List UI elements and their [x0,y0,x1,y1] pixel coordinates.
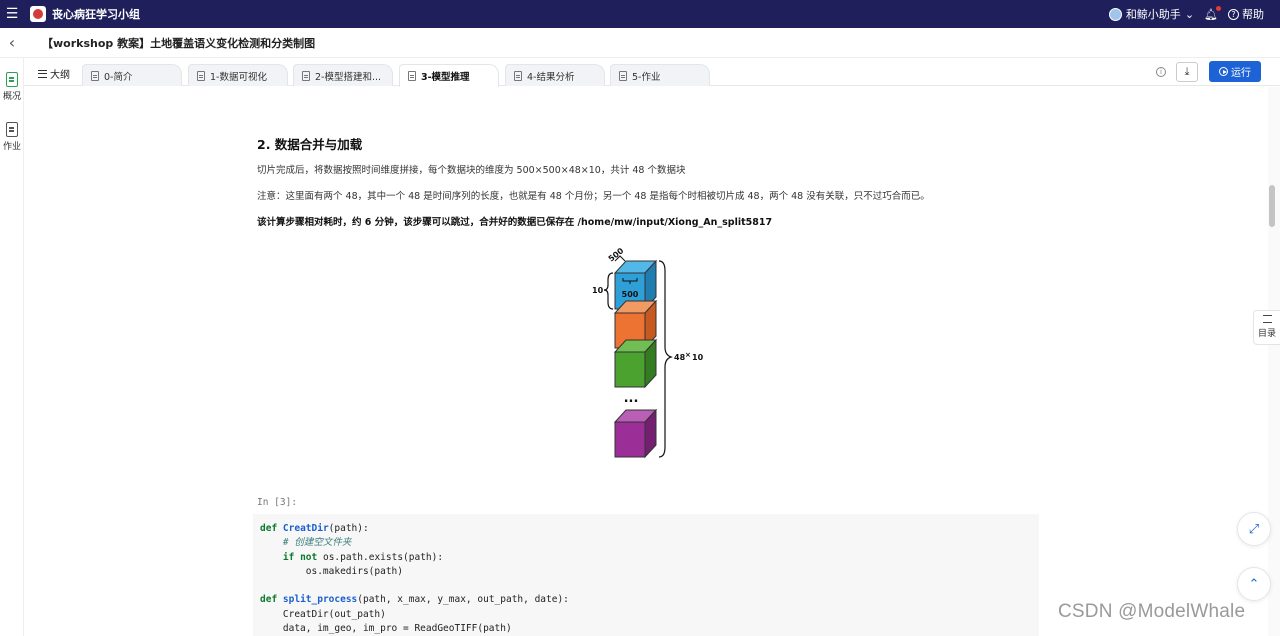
data-cube-figure: 500 500 10 48 × 10 ... [587,246,747,462]
outline-label: 大纲 [50,70,70,81]
toc-label: 目录 [1257,329,1276,339]
tab-label: 0-简介 [104,71,133,83]
tab-3-inference[interactable]: 3-模型推理 [399,64,499,87]
function-name: CreatDir [282,523,329,534]
section-heading: 2. 数据合并与加载 [257,137,363,152]
rail-item-overview[interactable]: 概况 [0,72,24,102]
code-text: data, im_geo, im_pro = ReadGeoTIFF(path) [282,623,512,635]
depth-size-label: 500 [607,247,626,264]
code-text: os.makedirs(path) [305,565,403,577]
help-icon: ? [1228,8,1239,20]
fullscreen-button[interactable]: ⤢ [1237,512,1271,546]
run-icon [1219,67,1228,76]
back-to-top-button[interactable]: ⌃ [1237,567,1271,601]
tab-5-homework[interactable]: 5-作业 [610,64,710,86]
stack-label-a: 48 [674,353,686,362]
tab-label: 2-模型搭建和... [315,71,382,83]
outline-icon [38,69,47,78]
bold-paragraph: 该计算步骤相对耗时，约 6 分钟，该步骤可以跳过，合并好的数据已保存在 /hom… [257,217,773,228]
group-logo [30,6,46,22]
tab-label: 1-数据可视化 [210,71,267,83]
function-name: split_process [282,594,358,606]
watermark: CSDN @ModelWhale [1058,601,1246,622]
notebook-icon [514,70,522,81]
help-label: 帮助 [1242,8,1264,21]
paragraph: 切片完成后，将数据按照时间维度拼接，每个数据块的维度为 500×500×48×1… [257,165,686,176]
bell-icon[interactable]: 🔔︎ [1204,5,1221,21]
data-cube-diagram: 500 500 10 48 × 10 ... [592,246,704,459]
user-menu[interactable]: 和鲸小助手 ⌄ [1108,6,1195,22]
toc-button[interactable]: 目录 [1253,310,1280,345]
notebook-icon [619,70,627,81]
scrollbar-track[interactable] [1268,87,1280,636]
notebook-icon [302,70,310,81]
rail-label: 作业 [2,142,21,152]
homework-icon [6,122,18,137]
note-paragraph: 注意：这里面有两个 48，其中一个 48 是时间序列的长度，也就是有 48 个月… [257,191,930,202]
stack-label-b: 10 [692,353,704,362]
inner-size-label: 500 [622,290,639,299]
keyword: if [282,551,295,563]
run-button[interactable]: 运行 [1209,61,1261,82]
chevron-down-icon: ⌄ [1184,7,1195,21]
group-name[interactable]: 丧心病狂学习小组 [52,6,140,22]
help-button[interactable]: ? 帮助 [1228,6,1264,22]
download-button[interactable]: ⤓ [1176,62,1198,82]
title-row: ‹ 【workshop 教案】土地覆盖语义变化检测和分类制图 [0,28,1280,58]
cell-prompt: In [3]: [257,497,298,508]
tab-0-intro[interactable]: 0-简介 [82,64,182,86]
arrow-up-icon: ⌃ [1248,576,1260,592]
tab-label: 4-结果分析 [527,71,575,83]
tab-4-analysis[interactable]: 4-结果分析 [505,64,605,86]
back-icon[interactable]: ‹ [0,33,24,52]
info-icon[interactable]: i [1156,67,1166,77]
notebook-icon [197,70,205,81]
code-text: (path, x_max, y_max, out_path, date): [357,594,569,606]
left-rail: 概况 作业 [0,58,24,636]
outline-toggle[interactable]: 大纲 [38,66,70,81]
keyword: def [260,523,278,534]
code-text: CreatDir(out_path) [282,608,386,620]
code-comment: # 创建空文件夹 [282,537,352,549]
tab-label: 5-作业 [632,71,661,83]
notebook-icon [91,70,99,81]
scrollbar-thumb[interactable] [1269,185,1275,227]
page-title: 【workshop 教案】土地覆盖语义变化检测和分类制图 [42,36,316,50]
code-cell[interactable]: def CreatDir(path): # 创建空文件夹 if not os.p… [253,514,1039,636]
menu-icon[interactable]: ☰ [0,0,24,28]
overview-icon [6,72,18,87]
stack-label-x: × [685,351,691,359]
keyword: not [300,551,318,563]
user-name: 和鲸小助手 [1125,8,1181,21]
tab-2-model-build[interactable]: 2-模型搭建和... [293,64,393,86]
notebook-tabs: 大纲 0-简介 1-数据可视化 2-模型搭建和... 3-模型推理 4-结果分析… [24,58,1280,87]
notification-dot [1216,5,1221,11]
code-text: (path): [328,523,369,534]
green-cube [613,338,658,389]
tab-label: 3-模型推理 [421,72,470,83]
avatar [1108,7,1122,21]
purple-cube [613,408,658,459]
run-label: 运行 [1231,68,1251,79]
notebook-content: 2. 数据合并与加载 切片完成后，将数据按照时间维度拼接，每个数据块的维度为 5… [24,87,1268,636]
rail-item-homework[interactable]: 作业 [0,122,24,152]
fullscreen-icon: ⤢ [1248,521,1260,537]
toc-icon [1262,315,1272,323]
code-text: os.path.exists(path): [317,551,444,563]
notebook-icon [408,71,416,81]
ellipsis: ... [624,391,639,406]
channels-label: 10 [592,286,604,295]
keyword: def [260,594,278,606]
download-icon: ⤓ [1184,65,1190,78]
rail-label: 概况 [2,92,21,102]
tab-1-visualization[interactable]: 1-数据可视化 [188,64,288,86]
top-bar: ☰ 丧心病狂学习小组 和鲸小助手 ⌄ 🔔︎ ? 帮助 [0,0,1280,28]
